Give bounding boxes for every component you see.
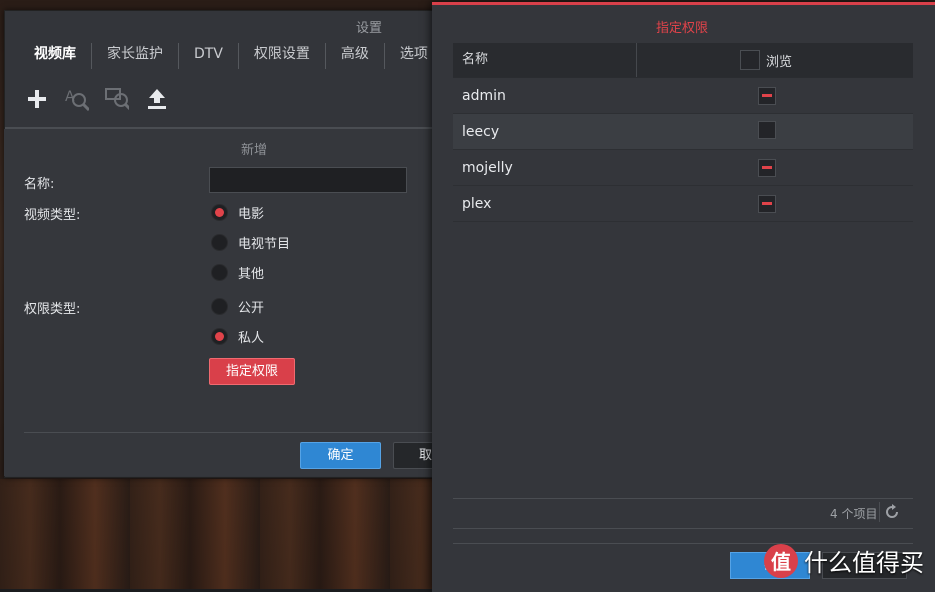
browse-checkbox[interactable] (758, 158, 776, 177)
tab-parental-control[interactable]: 家长监护 (92, 43, 179, 69)
upload-icon[interactable] (145, 87, 169, 111)
radio-movie[interactable]: 电影 (211, 203, 264, 222)
table-row[interactable]: leecy (453, 114, 913, 150)
dialog-title: 新增 (240, 143, 267, 158)
plus-icon[interactable] (25, 87, 49, 111)
assign-permission-button[interactable]: 指定权限 (209, 358, 295, 385)
grid-header: 名称 浏览 (453, 43, 913, 78)
select-all-checkbox[interactable] (740, 50, 760, 70)
name-input[interactable] (209, 167, 407, 193)
radio-public[interactable]: 公开 (211, 297, 264, 316)
grid-footer-divider (453, 498, 913, 499)
tab-dtv[interactable]: DTV (179, 43, 239, 69)
radio-dot-selected (211, 328, 228, 345)
table-row[interactable]: mojelly (453, 150, 913, 186)
refresh-icon[interactable] (879, 502, 904, 522)
radio-label: 其他 (238, 267, 265, 282)
radio-dot (211, 234, 228, 251)
assign-permission-window: 指定权限 名称 浏览 admin leecy mojelly plex 4 个项… (432, 2, 935, 592)
dialog-divider (24, 432, 444, 433)
name-label: 名称: (24, 177, 55, 192)
table-row[interactable]: admin (453, 78, 913, 114)
radio-other[interactable]: 其他 (211, 263, 264, 282)
browse-column-label: 浏览 (766, 54, 793, 70)
add-library-dialog: 新增 名称: 视频类型: 电影 电视节目 其他 权限类型: 公开 私人 指定权限… (4, 129, 453, 476)
radio-label: 电影 (238, 207, 265, 222)
library-toolbar: A (25, 87, 169, 111)
settings-tabs: 视频库 家长监护 DTV 权限设置 高级 选项 (19, 43, 443, 69)
search-text-icon[interactable]: A (65, 87, 89, 111)
tab-permission-settings[interactable]: 权限设置 (239, 43, 326, 69)
user-name: mojelly (462, 159, 513, 176)
search-scan-icon[interactable] (105, 87, 129, 111)
permission-grid: 名称 浏览 admin leecy mojelly plex (453, 43, 913, 222)
user-name: admin (462, 87, 506, 104)
watermark-text: 什么值得买 (804, 549, 924, 577)
tab-advanced[interactable]: 高级 (326, 43, 385, 69)
table-row[interactable]: plex (453, 186, 913, 222)
permission-type-label: 权限类型: (24, 302, 81, 317)
radio-dot (211, 298, 228, 315)
radio-label: 公开 (238, 301, 265, 316)
column-header-browse: 浏览 (637, 50, 792, 70)
browse-checkbox[interactable] (758, 194, 776, 213)
radio-private[interactable]: 私人 (211, 327, 264, 346)
video-type-label: 视频类型: (24, 208, 81, 223)
radio-dot (211, 264, 228, 281)
user-name: plex (462, 195, 492, 212)
radio-dot-selected (211, 204, 228, 221)
radio-label: 电视节目 (238, 237, 291, 252)
watermark: 值 什么值得买 (764, 543, 924, 578)
item-count: 4 个项目 (830, 507, 878, 521)
tab-video-library[interactable]: 视频库 (19, 43, 92, 69)
permission-window-title: 指定权限 (655, 21, 708, 36)
user-name: leecy (462, 123, 500, 140)
radio-label: 私人 (238, 331, 265, 346)
browse-checkbox[interactable] (758, 120, 776, 139)
browse-checkbox[interactable] (758, 86, 776, 105)
column-header-name[interactable]: 名称 (453, 43, 637, 77)
ok-button[interactable]: 确定 (300, 442, 381, 469)
footer-divider (453, 528, 913, 529)
radio-tv-show[interactable]: 电视节目 (211, 233, 290, 252)
watermark-logo: 值 (764, 543, 798, 578)
